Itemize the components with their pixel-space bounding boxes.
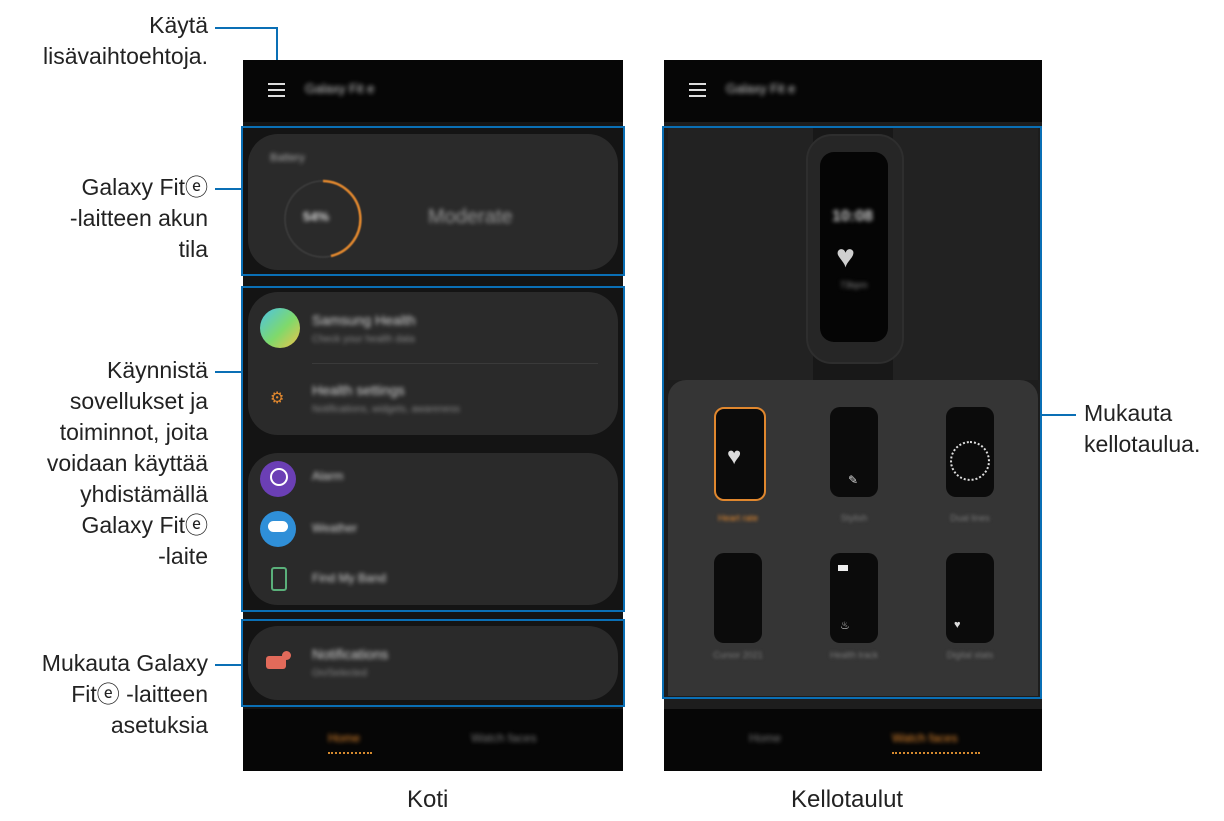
callout-text: Fitⓔ -laitteen <box>71 681 208 707</box>
home-top-bar: Galaxy Fit e <box>243 60 623 122</box>
callout-text: Mukauta <box>1084 400 1173 426</box>
home-bottom-nav: Home Watch faces <box>243 709 623 771</box>
callout-text: Mukauta Galaxy <box>41 650 208 676</box>
menu-callout: Käytä lisävaihtoehtoja. <box>43 10 208 72</box>
battery-leader <box>215 188 243 190</box>
tab-home[interactable]: Home <box>328 731 360 745</box>
settings-highlight <box>241 619 625 707</box>
apps-callout: Käynnistä sovellukset ja toiminnot, joit… <box>47 355 208 572</box>
watchface-leader <box>1042 414 1076 416</box>
watchface-callout: Mukauta kellotaulua. <box>1084 398 1200 460</box>
callout-text: -laite <box>158 543 208 569</box>
callout-text: Galaxy Fitⓔ <box>81 174 208 200</box>
callout-text: toiminnot, joita <box>59 419 208 445</box>
callout-text: sovellukset ja <box>69 388 208 414</box>
menu-icon[interactable] <box>689 83 706 97</box>
callout-text: asetuksia <box>110 712 208 738</box>
watch-bottom-nav: Home Watch faces <box>664 709 1042 771</box>
callout-text: Käynnistä <box>106 357 208 383</box>
watch-top-bar: Galaxy Fit e <box>664 60 1042 122</box>
caption-home: Koti <box>407 786 449 813</box>
menu-leader <box>215 27 277 29</box>
tab-home[interactable]: Home <box>749 731 781 745</box>
menu-icon[interactable] <box>268 83 285 97</box>
apps-leader <box>215 371 243 373</box>
callout-text: kellotaulua. <box>1084 431 1201 457</box>
battery-highlight <box>241 126 625 276</box>
app-title: Galaxy Fit e <box>305 81 375 96</box>
callout-text: tila <box>178 236 208 262</box>
callout-text: -laitteen akun <box>69 205 208 231</box>
apps-highlight <box>241 286 625 612</box>
app-title: Galaxy Fit e <box>726 81 796 96</box>
tab-watch-faces[interactable]: Watch faces <box>892 731 958 745</box>
battery-callout: Galaxy Fitⓔ -laitteen akun tila <box>70 172 208 265</box>
callout-text: Galaxy Fitⓔ <box>81 512 208 538</box>
callout-text: Käytä <box>149 12 208 38</box>
callout-text: lisävaihtoehtoja. <box>43 43 208 69</box>
watch-faces-highlight <box>662 126 1042 699</box>
callout-text: voidaan käyttää <box>46 450 208 476</box>
settings-callout: Mukauta Galaxy Fitⓔ -laitteen asetuksia <box>42 648 208 741</box>
callout-text: yhdistämällä <box>80 481 208 507</box>
tab-watch-faces-indicator <box>892 752 980 754</box>
tab-home-indicator <box>328 752 372 754</box>
tab-watch-faces[interactable]: Watch faces <box>471 731 537 745</box>
settings-leader <box>215 664 243 666</box>
caption-watch-faces: Kellotaulut <box>791 786 904 813</box>
